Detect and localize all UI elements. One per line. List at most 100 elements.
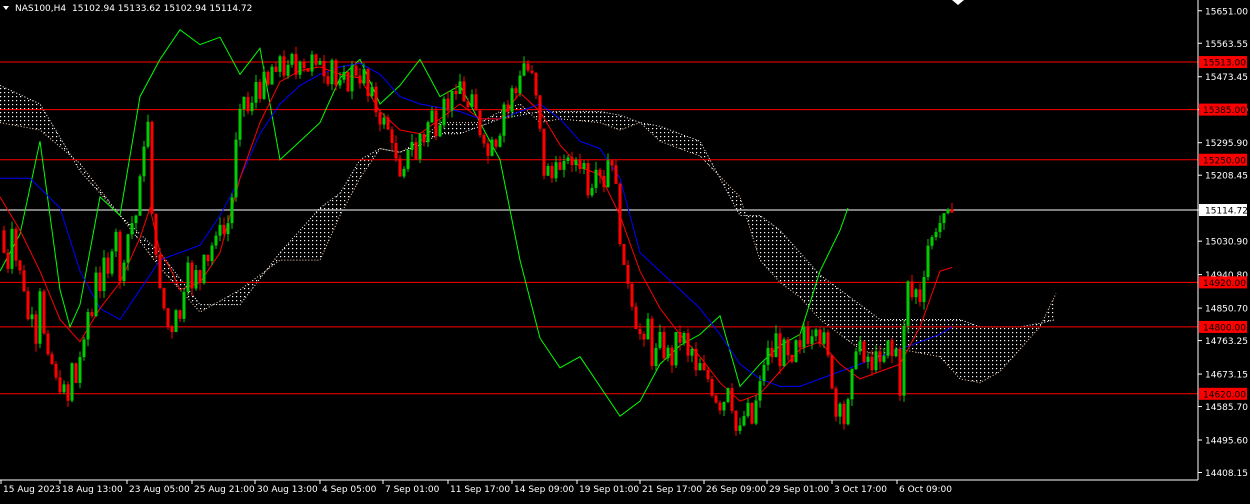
candle-body (542, 128, 546, 176)
chart-header: NAS100,H4 15102.94 15133.62 15102.94 151… (3, 4, 252, 14)
candle-body (178, 310, 182, 319)
candle-body (622, 243, 626, 265)
price-tick-label: 14763.25 (1205, 337, 1248, 347)
chart-area[interactable]: 15651.00 15563.55 15473.45 15385.00 15295.90… (0, 0, 1250, 500)
candle-body (602, 175, 606, 188)
candle-body (318, 60, 322, 65)
candle-body (710, 379, 714, 396)
time-tick-label: 7 Sep 01:00 (385, 485, 440, 495)
candle-body (342, 71, 346, 80)
candle-body (154, 213, 158, 255)
candle-body (906, 281, 910, 326)
candle-body (294, 54, 298, 75)
candle-body (326, 76, 330, 85)
candle-body (50, 354, 54, 364)
candle-body (94, 272, 98, 317)
candle-body (818, 329, 822, 344)
candle-body (750, 402, 754, 424)
candle-body (226, 223, 230, 235)
candle-body (886, 340, 890, 356)
candle-body (458, 81, 462, 95)
candle-body (218, 224, 222, 236)
candle-body (522, 63, 526, 76)
candle-body (186, 262, 190, 292)
candle-body (374, 86, 378, 113)
candle-body (950, 209, 954, 213)
candle-body (158, 254, 162, 289)
candle-body (594, 169, 598, 188)
candle-body (194, 270, 198, 289)
candle-body (746, 402, 750, 417)
candle-body (234, 139, 238, 198)
candle-body (910, 281, 914, 298)
candle-body (490, 139, 494, 156)
time-tick-label: 4 Sep 05:00 (322, 485, 377, 495)
candle-body (726, 388, 730, 403)
chart-canvas[interactable]: 15651.00 15563.55 15473.45 15385.00 15295.90… (0, 0, 1250, 500)
candle-body (90, 312, 94, 317)
candle-body (298, 61, 302, 75)
candle-body (590, 187, 594, 196)
candle-body (854, 351, 858, 370)
time-tick-label: 30 Aug 13:00 (257, 485, 318, 495)
candle-body (606, 160, 610, 188)
candle-body (190, 262, 194, 289)
candle-body (942, 213, 946, 224)
candle-body (654, 347, 658, 367)
candle-body (366, 69, 370, 97)
candle-body (670, 347, 674, 366)
candle-body (730, 388, 734, 411)
candle-body (174, 310, 178, 333)
candle-body (882, 355, 886, 362)
candle-body (890, 340, 894, 357)
candle-body (698, 363, 702, 371)
candle-body (626, 264, 630, 284)
time-tick-label: 18 Aug 13:00 (62, 485, 123, 495)
candle-body (922, 277, 926, 303)
candle-body (878, 351, 882, 362)
candle-body (478, 110, 482, 136)
candle-body (82, 339, 86, 358)
candle-body (78, 357, 82, 383)
candle-body (466, 101, 470, 108)
candle-body (22, 270, 26, 292)
candle-body (14, 228, 18, 261)
candle-body (70, 363, 74, 401)
candle-body (618, 183, 622, 244)
candle-body (286, 64, 290, 76)
candle-body (26, 291, 30, 320)
candle-body (510, 88, 514, 112)
level-label: 14920.00 (1203, 279, 1246, 289)
candle-body (494, 139, 498, 147)
candle-body (470, 94, 474, 108)
candle-body (306, 68, 310, 72)
candle-body (834, 388, 838, 417)
candle-body (170, 326, 174, 333)
candle-body (926, 245, 930, 278)
level-label: 14800.00 (1203, 323, 1246, 333)
candle-body (506, 104, 510, 112)
candle-body (742, 416, 746, 426)
candle-body (598, 169, 602, 176)
candle-body (846, 399, 850, 425)
candle-body (682, 333, 686, 343)
candle-body (862, 341, 866, 362)
candle-body (230, 197, 234, 224)
candle-body (6, 252, 10, 269)
candle-body (770, 347, 774, 358)
candle-body (790, 355, 794, 362)
candle-body (338, 79, 342, 86)
level-label: 15513.00 (1203, 59, 1246, 69)
candle-body (166, 308, 170, 327)
candle-body (66, 384, 70, 401)
candle-body (270, 66, 274, 85)
candle-body (666, 347, 670, 359)
candle-body (162, 288, 166, 309)
candle-body (330, 60, 334, 85)
candle-body (838, 403, 842, 417)
price-tick-label: 14408.15 (1205, 469, 1248, 479)
candle-body (382, 117, 386, 125)
candle-body (410, 141, 414, 150)
candle-body (302, 61, 306, 69)
candle-body (310, 54, 314, 72)
